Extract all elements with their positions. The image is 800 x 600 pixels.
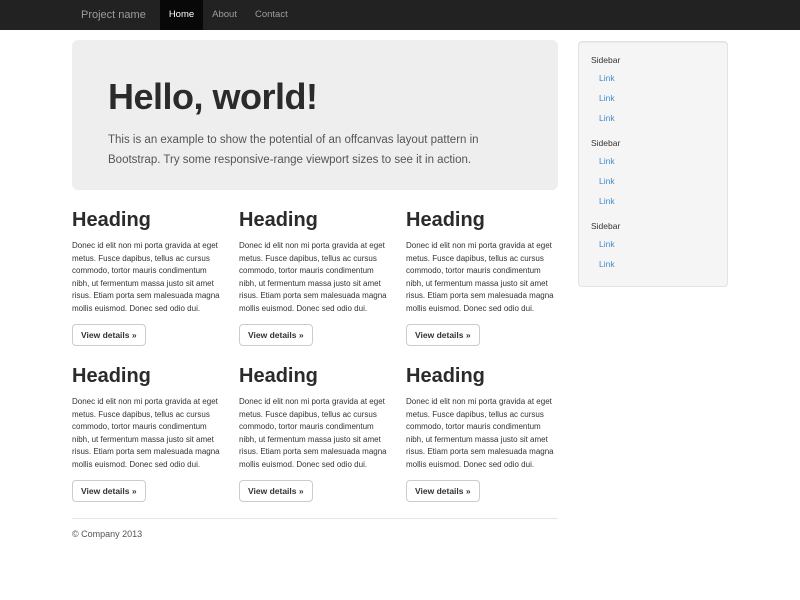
content-card: Heading Donec id elit non mi porta gravid… (239, 209, 391, 346)
card-body-text: Donec id elit non mi porta gravida at eg… (72, 240, 224, 315)
content-card: Heading Donec id elit non mi porta gravid… (406, 365, 558, 502)
sidebar-panel: SidebarLinkLinkLinkSidebarLinkLinkLinkSi… (578, 41, 728, 287)
content-card: Heading Donec id elit non mi porta gravid… (72, 365, 224, 502)
card-body-text: Donec id elit non mi porta gravida at eg… (239, 396, 391, 471)
sidebar-link[interactable]: Link (591, 234, 715, 254)
copyright-text: © Company 2013 (72, 529, 558, 539)
card-heading: Heading (406, 209, 558, 231)
sidebar-link[interactable]: Link (591, 191, 715, 211)
content-card: Heading Donec id elit non mi porta gravid… (239, 365, 391, 502)
sidebar-group: Sidebar LinkLink (591, 220, 715, 274)
nav-item-home: Home (160, 0, 203, 30)
card-heading: Heading (406, 365, 558, 387)
navbar: Project name HomeAboutContact (0, 0, 800, 30)
content-row: Hello, world! This is an example to show… (72, 30, 728, 569)
card-body-text: Donec id elit non mi porta gravida at eg… (406, 240, 558, 315)
view-details-button[interactable]: View details » (239, 480, 313, 502)
jumbotron: Hello, world! This is an example to show… (72, 40, 558, 190)
sidebar-link[interactable]: Link (591, 68, 715, 88)
view-details-button[interactable]: View details » (72, 480, 146, 502)
nav-item-about: About (203, 0, 246, 30)
sidebar-link[interactable]: Link (591, 151, 715, 171)
sidebar-group-title: Sidebar (591, 220, 715, 232)
jumbotron-title: Hello, world! (108, 77, 522, 117)
sidebar-link[interactable]: Link (591, 108, 715, 128)
sidebar-link[interactable]: Link (591, 171, 715, 191)
content-card: Heading Donec id elit non mi porta gravid… (406, 209, 558, 346)
view-details-button[interactable]: View details » (239, 324, 313, 346)
cards-row: Heading Donec id elit non mi porta gravid… (72, 365, 558, 502)
card-heading: Heading (239, 365, 391, 387)
page-container: Hello, world! This is an example to show… (72, 30, 728, 569)
navbar-brand[interactable]: Project name (72, 0, 160, 30)
card-heading: Heading (72, 365, 224, 387)
sidebar-group-title: Sidebar (591, 54, 715, 66)
navbar-menu: HomeAboutContact (160, 0, 297, 30)
sidebar-group: SidebarLinkLinkLink (591, 137, 715, 211)
navbar-container: Project name HomeAboutContact (72, 0, 728, 30)
nav-item-contact: Contact (246, 0, 297, 30)
view-details-button[interactable]: View details » (72, 324, 146, 346)
sidebar-link[interactable]: Link (591, 254, 715, 274)
card-heading: Heading (239, 209, 391, 231)
cards-row: Heading Donec id elit non mi porta gravid… (72, 209, 558, 346)
sidebar-group-title: Sidebar (591, 137, 715, 149)
sidebar-group: SidebarLinkLinkLink (591, 54, 715, 128)
nav-link-contact[interactable]: Contact (246, 0, 297, 30)
cards-grid: Heading Donec id elit non mi porta gravid… (72, 209, 558, 502)
content-card: Heading Donec id elit non mi porta gravid… (72, 209, 224, 346)
card-body-text: Donec id elit non mi porta gravida at eg… (406, 396, 558, 471)
sidebar-column: SidebarLinkLinkLinkSidebarLinkLinkLinkSi… (578, 30, 728, 287)
nav-link-home[interactable]: Home (160, 0, 203, 30)
sidebar-link[interactable]: Link (591, 88, 715, 108)
card-body-text: Donec id elit non mi porta gravida at eg… (239, 240, 391, 315)
view-details-button[interactable]: View details » (406, 324, 480, 346)
card-heading: Heading (72, 209, 224, 231)
jumbotron-text: This is an example to show the potential… (108, 130, 510, 170)
footer: © Company 2013 (72, 518, 558, 569)
main-column: Hello, world! This is an example to show… (72, 30, 558, 569)
nav-link-about[interactable]: About (203, 0, 246, 30)
card-body-text: Donec id elit non mi porta gravida at eg… (72, 396, 224, 471)
view-details-button[interactable]: View details » (406, 480, 480, 502)
